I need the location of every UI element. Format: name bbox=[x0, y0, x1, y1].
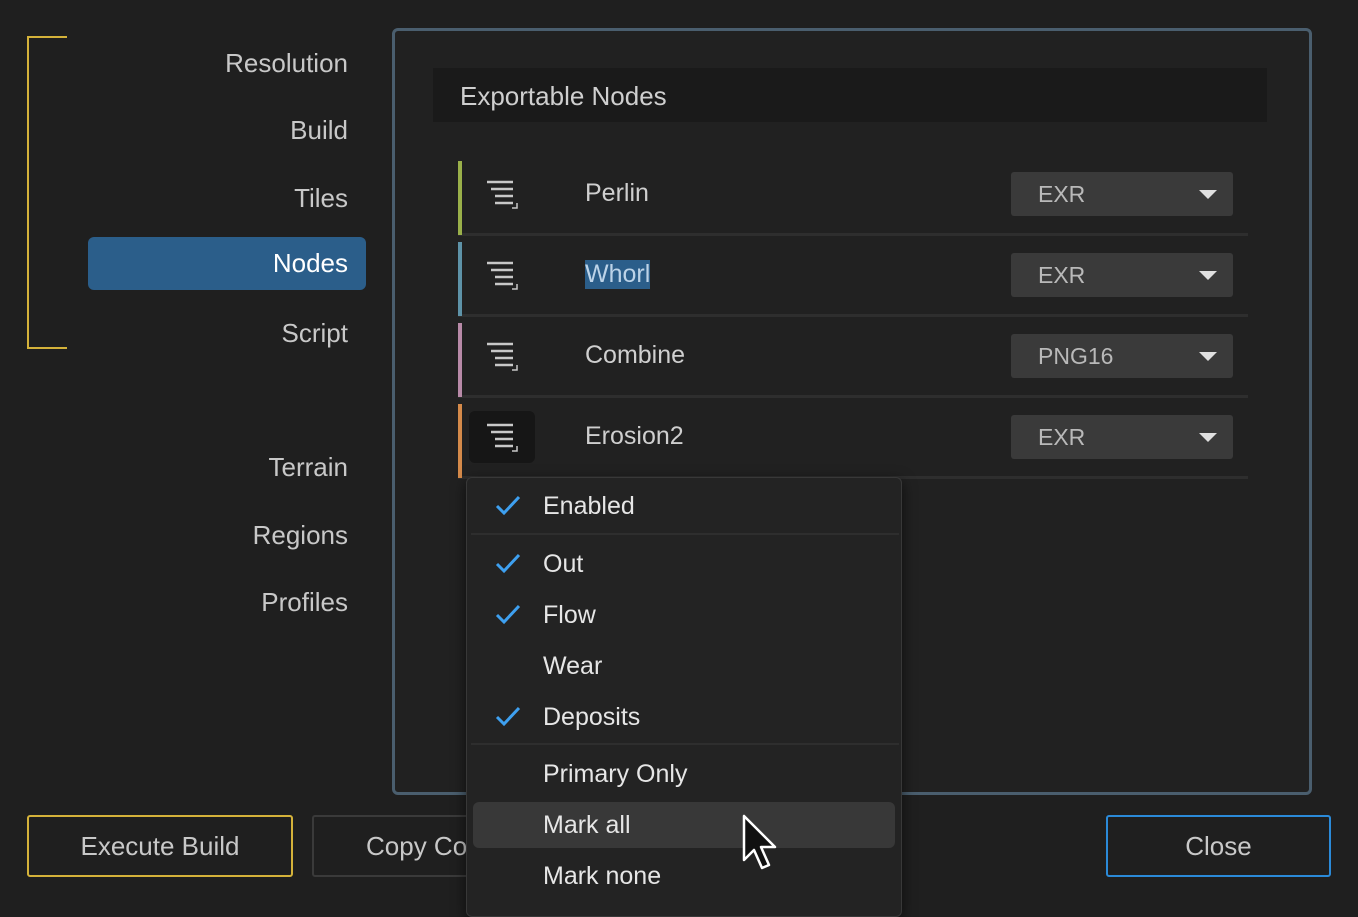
nav-item-profiles[interactable]: Profiles bbox=[261, 586, 348, 618]
checkmark-icon bbox=[495, 495, 521, 516]
menu-item-primary-only[interactable]: Primary Only bbox=[473, 751, 895, 797]
chevron-down-icon bbox=[1199, 433, 1217, 442]
node-name: Erosion2 bbox=[585, 422, 684, 450]
nav-item-regions[interactable]: Regions bbox=[253, 519, 348, 551]
nav-group-bracket bbox=[27, 36, 67, 349]
format-dropdown[interactable]: EXR bbox=[1011, 172, 1233, 216]
format-value: PNG16 bbox=[1038, 343, 1114, 369]
nav-item-build[interactable]: Build bbox=[290, 114, 348, 146]
menu-item-flow[interactable]: Flow bbox=[473, 592, 895, 638]
panel-title: Exportable Nodes bbox=[433, 68, 1267, 122]
checkmark-icon bbox=[495, 604, 521, 625]
nav-item-nodes[interactable]: Nodes bbox=[88, 237, 366, 290]
node-name: Perlin bbox=[585, 179, 649, 207]
nav-item-terrain[interactable]: Terrain bbox=[269, 451, 348, 483]
format-dropdown[interactable]: EXR bbox=[1011, 253, 1233, 297]
mouse-cursor-icon bbox=[742, 814, 777, 870]
format-value: EXR bbox=[1038, 424, 1086, 450]
node-menu-icon[interactable] bbox=[469, 249, 535, 301]
node-menu-icon[interactable] bbox=[469, 411, 535, 463]
menu-item-label: Enabled bbox=[543, 492, 635, 520]
checkmark-icon bbox=[495, 553, 521, 574]
menu-item-label: Deposits bbox=[543, 703, 641, 731]
format-dropdown[interactable]: PNG16 bbox=[1011, 334, 1233, 378]
nav-item-script[interactable]: Script bbox=[282, 317, 348, 349]
checkmark-icon bbox=[495, 706, 521, 727]
chevron-down-icon bbox=[1199, 271, 1217, 280]
menu-item-out[interactable]: Out bbox=[473, 541, 895, 587]
menu-item-label: Primary Only bbox=[543, 760, 688, 788]
nav-item-resolution[interactable]: Resolution bbox=[225, 47, 348, 79]
node-color-strip bbox=[458, 323, 462, 397]
node-color-strip bbox=[458, 161, 462, 235]
chevron-down-icon bbox=[1199, 352, 1217, 361]
node-row: Whorl EXR bbox=[458, 242, 1248, 317]
menu-item-mark-all[interactable]: Mark all bbox=[473, 802, 895, 848]
node-name: Combine bbox=[585, 341, 686, 369]
menu-item-deposits[interactable]: Deposits bbox=[473, 694, 895, 740]
node-color-strip bbox=[458, 242, 462, 316]
node-menu-icon[interactable] bbox=[469, 168, 535, 220]
node-row: Perlin EXR bbox=[458, 161, 1248, 236]
menu-item-enabled[interactable]: Enabled bbox=[473, 483, 895, 529]
node-menu-icon[interactable] bbox=[469, 330, 535, 382]
menu-separator bbox=[471, 533, 899, 535]
node-row: Combine PNG16 bbox=[458, 323, 1248, 398]
menu-item-label: Mark all bbox=[543, 811, 631, 839]
menu-item-label: Mark none bbox=[543, 862, 662, 890]
menu-item-label: Out bbox=[543, 550, 584, 578]
menu-item-label: Wear bbox=[543, 652, 603, 680]
nav-item-tiles[interactable]: Tiles bbox=[294, 182, 348, 214]
menu-item-wear[interactable]: Wear bbox=[473, 643, 895, 689]
node-color-strip bbox=[458, 404, 462, 478]
execute-build-button[interactable]: Execute Build bbox=[27, 815, 293, 877]
node-context-menu: Enabled Out Flow Wear Deposits Primary O… bbox=[466, 477, 902, 917]
node-name[interactable]: Whorl bbox=[585, 260, 651, 289]
format-value: EXR bbox=[1038, 262, 1086, 288]
menu-item-label: Flow bbox=[543, 601, 596, 629]
node-row: Erosion2 EXR bbox=[458, 404, 1248, 479]
menu-separator bbox=[471, 743, 899, 745]
chevron-down-icon bbox=[1199, 190, 1217, 199]
format-dropdown[interactable]: EXR bbox=[1011, 415, 1233, 459]
format-value: EXR bbox=[1038, 181, 1086, 207]
menu-item-mark-none[interactable]: Mark none bbox=[473, 853, 895, 899]
close-button[interactable]: Close bbox=[1106, 815, 1331, 877]
